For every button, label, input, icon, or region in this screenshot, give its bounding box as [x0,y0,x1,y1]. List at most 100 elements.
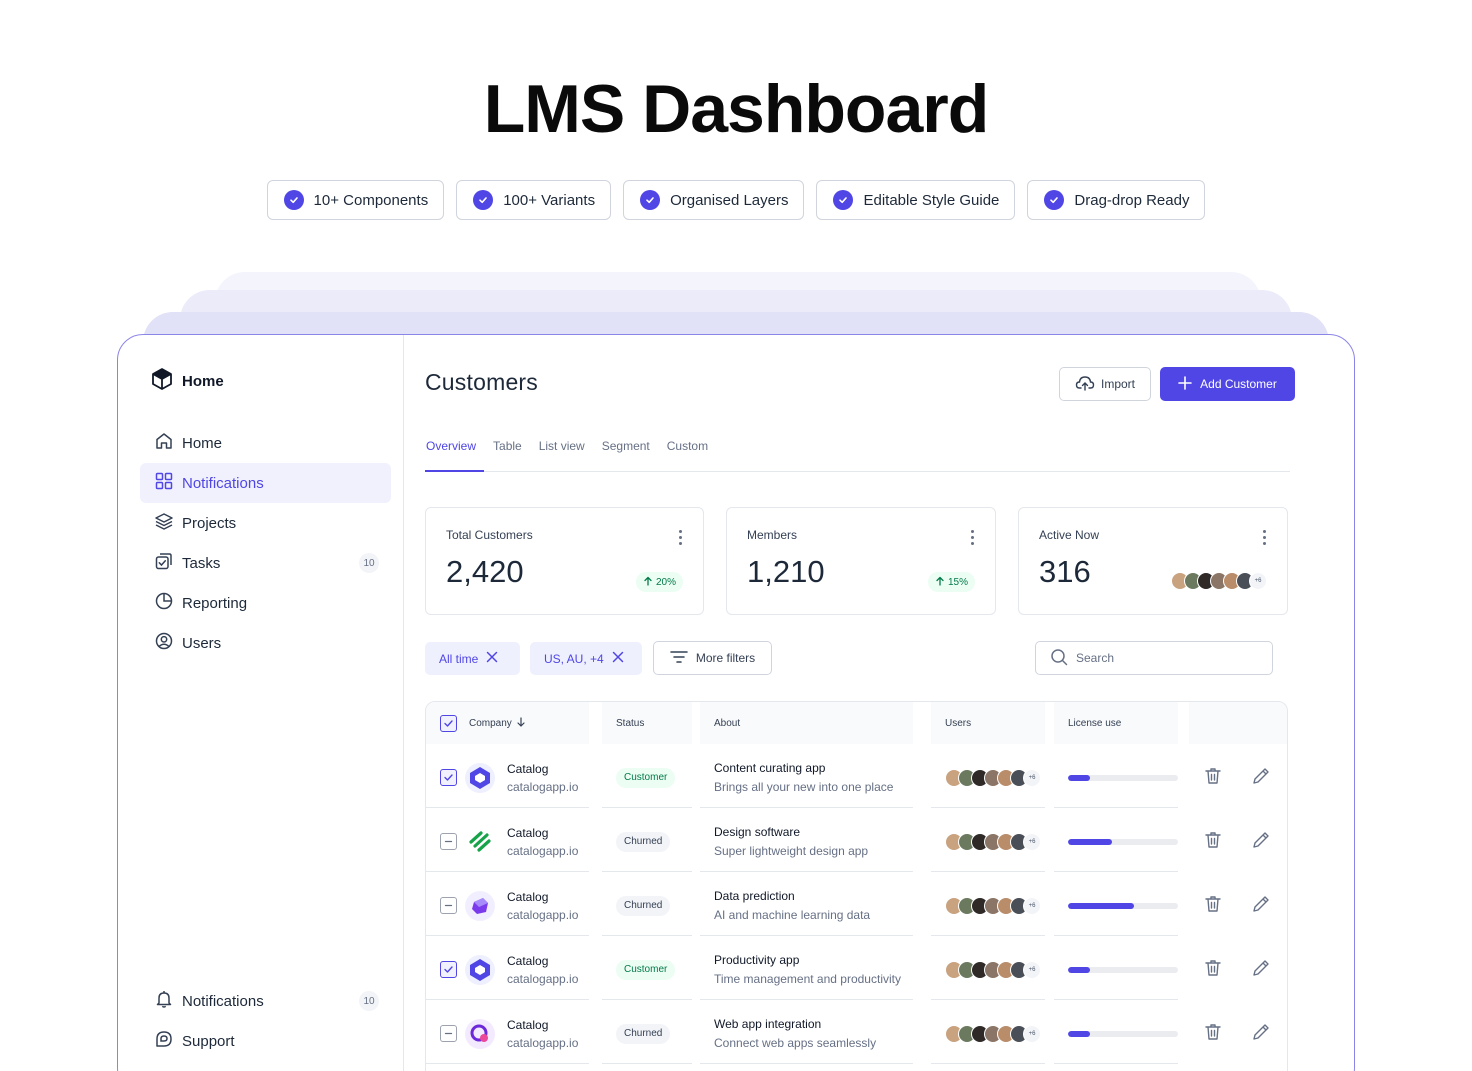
status-badge: Customer [616,767,676,788]
status-badge: Churned [616,1023,671,1044]
company-name[interactable]: Catalog [507,826,578,840]
search-input[interactable]: Search [1035,641,1273,675]
trash-icon[interactable] [1203,766,1223,791]
license-cell [1054,748,1178,808]
sidebar-item-support[interactable]: Support [140,1021,391,1061]
trash-icon[interactable] [1203,1022,1223,1047]
avatar-more-count: +6 [1023,960,1041,979]
users-cell: +6 [931,1004,1045,1064]
feature-badge: Drag-drop Ready [1027,180,1206,220]
stat-label: Total Customers [446,528,533,542]
column-header-users[interactable]: Users [931,702,1045,744]
sidebar-item-tasks[interactable]: Tasks 10 [140,543,391,583]
add-customer-button[interactable]: Add Customer [1160,367,1295,401]
actions-cell [1189,748,1287,808]
hero-title: LMS Dashboard [483,71,990,147]
stat-value: 316 [1039,554,1091,589]
close-icon[interactable] [486,651,498,666]
company-name[interactable]: Catalog [507,1018,578,1032]
edit-pencil-icon[interactable] [1251,894,1271,919]
company-name[interactable]: Catalog [507,890,578,904]
company-name[interactable]: Catalog [507,954,578,968]
row-checkbox[interactable] [440,769,457,786]
avatar-more-count: +6 [1023,1024,1041,1043]
select-all-checkbox[interactable] [440,714,457,732]
table-row[interactable]: Catalog catalogapp.io Churned Web app integ… [426,1000,1287,1064]
trash-icon[interactable] [1203,894,1223,919]
more-vertical-icon[interactable] [971,530,975,548]
company-logo-icon [465,890,495,921]
column-header-company[interactable]: Company [426,702,589,744]
more-filters-button[interactable]: More filters [653,641,772,675]
filter-chip-time[interactable]: All time [425,642,520,675]
avatar-group: +6 [945,768,1041,787]
sidebar-item-label: Projects [182,514,237,532]
row-checkbox[interactable] [440,1025,457,1042]
actions-cell [1189,1004,1287,1064]
trash-icon[interactable] [1203,958,1223,983]
import-button[interactable]: Import [1059,367,1151,401]
table-row[interactable]: Catalog catalogapp.io Churned Design softwa… [426,808,1287,872]
company-logo-icon [465,826,495,857]
row-checkbox[interactable] [440,897,457,914]
company-name[interactable]: Catalog [507,762,578,776]
avatar-group: +6 [945,832,1041,851]
more-vertical-icon[interactable] [1263,530,1267,548]
column-header-status[interactable]: Status [602,702,692,744]
table-row[interactable]: Catalog catalogapp.io Churned Data predicti… [426,872,1287,936]
feature-label: Drag-drop Ready [1074,191,1190,209]
edit-pencil-icon[interactable] [1251,766,1271,791]
table-row[interactable]: Catalog catalogapp.io Customer Productivity… [426,936,1287,1000]
filter-bar: All time US, AU, +4 More filters Search [425,641,1290,677]
brand-label: Home [182,372,224,390]
filter-chip-region[interactable]: US, AU, +4 [530,642,642,675]
tab-overview[interactable]: Overview [425,429,485,472]
about-cell: Design software Super lightweight design … [700,812,913,872]
edit-pencil-icon[interactable] [1251,958,1271,983]
stat-card-members: Members 1,210 15% [726,507,996,615]
status-cell: Customer [602,940,692,1000]
sidebar-item-projects[interactable]: Projects [140,503,391,543]
tab-custom[interactable]: Custom [666,429,716,472]
app-window: Home Home Notifications Projects Tasks 1… [117,334,1355,1071]
brand[interactable]: Home [150,367,224,395]
row-checkbox[interactable] [440,833,457,850]
tasks-count-badge: 10 [359,553,379,573]
sidebar: Home Home Notifications Projects Tasks 1… [118,335,404,1071]
table-row[interactable]: Catalog catalogapp.io Customer Content cura… [426,744,1287,808]
feature-label: 100+ Variants [503,191,596,209]
row-checkbox[interactable] [440,961,457,978]
sidebar-item-notifications-bottom[interactable]: Notifications 10 [140,981,391,1021]
status-cell: Customer [602,748,692,808]
sidebar-item-users[interactable]: Users [140,623,391,663]
users-cell: +6 [931,812,1045,872]
sidebar-item-reporting[interactable]: Reporting [140,583,391,623]
arrow-up-icon [935,576,945,589]
trash-icon[interactable] [1203,830,1223,855]
tasks-icon [154,551,174,575]
chip-label: All time [439,651,479,666]
license-cell [1054,876,1178,936]
company-url: catalogapp.io [507,843,579,858]
edit-pencil-icon[interactable] [1251,830,1271,855]
page-title: Customers [425,369,538,395]
company-cell: Catalog catalogapp.io [426,812,589,872]
sidebar-item-label: Reporting [182,594,248,612]
arrow-down-icon[interactable] [516,716,526,730]
column-header-license[interactable]: License use [1054,702,1178,744]
trend-value: 15% [947,576,968,588]
trend-badge: 20% [635,572,683,592]
sidebar-item-home[interactable]: Home [140,423,391,463]
tab-segment[interactable]: Segment [601,429,658,472]
about-cell: Web app integration Connect web apps seam… [700,1004,913,1064]
close-icon[interactable] [612,651,624,666]
cube-logo-icon [150,367,174,395]
sidebar-item-notifications[interactable]: Notifications [140,463,391,503]
edit-pencil-icon[interactable] [1251,1022,1271,1047]
license-progress-fill [1068,902,1134,909]
check-icon [283,190,304,210]
column-header-about[interactable]: About [700,702,913,744]
more-vertical-icon[interactable] [679,530,683,548]
tab-list-view[interactable]: List view [538,429,593,472]
tab-table[interactable]: Table [492,429,530,472]
